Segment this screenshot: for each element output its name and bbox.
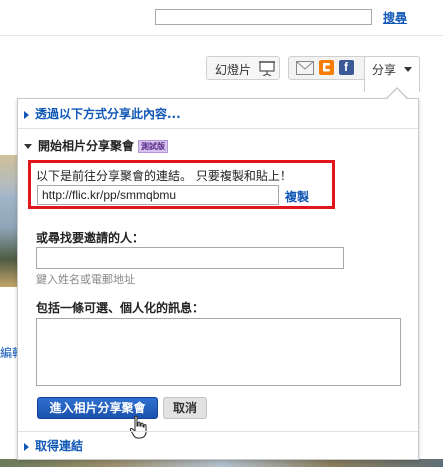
message-label: 包括一條可選、個人化的訊息： [36,301,205,315]
panel-pointer-inner [387,89,407,99]
share-url-field[interactable] [37,185,279,205]
background-photo [0,195,17,287]
slideshow-button[interactable]: 幻燈片 [206,56,280,80]
header-divider [0,35,443,36]
guest-pass-section-toggle[interactable]: 開始相片分享聚會 測試版 [24,137,169,155]
hand-cursor-icon [129,415,147,439]
divider [18,128,418,129]
personal-message-textarea[interactable] [36,318,401,386]
blogger-icon[interactable] [319,60,334,75]
invite-people-input[interactable] [36,247,344,269]
get-link-section-toggle[interactable]: 取得連結 [24,437,83,455]
background-photo-strip [0,459,443,467]
guest-pass-label: 開始相片分享聚會 [38,139,135,153]
share-via-label: 透過以下方式分享此內容... [35,107,181,121]
chevron-right-icon [24,442,29,451]
search-input[interactable] [155,9,372,25]
beta-badge: 測試版 [138,140,169,153]
share-panel: 透過以下方式分享此內容... 開始相片分享聚會 測試版 以下是前往分享聚會的連結。… [17,98,419,460]
invite-label: 或尋找要邀請的人： [36,231,145,245]
share-label: 分享 [372,63,397,77]
chevron-right-icon [24,110,29,119]
facebook-icon[interactable]: f [339,60,354,75]
chevron-down-icon [404,67,412,72]
copy-link[interactable]: 複製 [285,188,309,205]
slideshow-icon [259,61,275,76]
cancel-button[interactable]: 取消 [163,397,207,419]
chevron-down-icon [24,144,32,149]
get-link-label: 取得連結 [35,439,84,453]
share-via-section-toggle[interactable]: 透過以下方式分享此內容... [24,105,181,123]
mail-icon[interactable] [296,61,314,75]
invite-hint: 鍵入姓名或電郵地址 [36,273,135,286]
divider [18,431,418,432]
background-photo [0,155,17,195]
search-link[interactable]: 搜尋 [383,9,407,26]
share-link-intro: 以下是前往分享聚會的連結。 只要複製和貼上！ [36,169,292,183]
slideshow-label: 幻燈片 [215,63,252,77]
